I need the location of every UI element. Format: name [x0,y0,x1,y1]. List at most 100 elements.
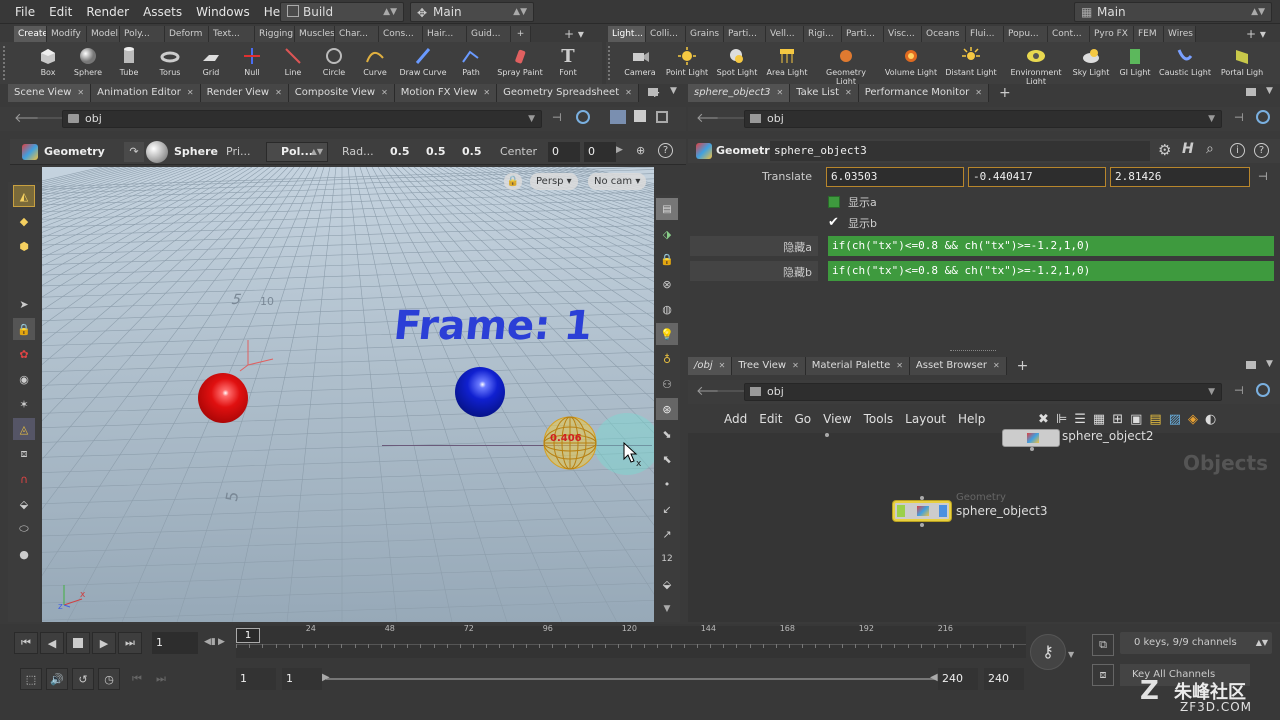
tool-caustic-light[interactable]: Caustic Light [1158,46,1212,77]
shelf-tab-char[interactable]: Char... [335,26,379,42]
frame-field[interactable]: 1 [152,632,198,654]
shelf-right-add-icon[interactable]: + ▾ [1246,26,1266,42]
add-tab-icon[interactable]: + [999,85,1011,101]
tool-sphere[interactable]: Sphere [70,46,106,77]
range-slider[interactable] [326,678,936,680]
shelf-tab-cons[interactable]: Cons... [379,26,423,42]
node-name-field[interactable]: sphere_object3 [770,141,1150,161]
center-x-field[interactable]: 0 [548,142,580,162]
render-region-icon[interactable]: ⬊ [656,423,678,445]
orient-tool-icon[interactable]: ◉ [13,368,35,390]
tab-tree-view[interactable]: Tree View ✕ [732,357,806,375]
pane-splitter-grip[interactable] [950,350,996,353]
play-forward-icon[interactable]: ▶ [92,632,116,654]
toggle-a-row[interactable]: 显示a [828,194,877,210]
tool-draw-curve[interactable]: Draw Curve [398,46,448,77]
persp-menu[interactable]: Persp ▾ [530,173,578,190]
lock-camera-icon[interactable]: 🔒 [656,248,678,270]
key-channels-icon[interactable]: ⧈ [1092,664,1114,686]
light-icon[interactable]: 💡 [656,323,678,345]
add-tab-icon[interactable]: + [1017,358,1029,374]
shelf-tab-rigging[interactable]: Rigging [255,26,295,42]
refresh-icon[interactable]: ↷ [124,142,144,162]
play-reverse-icon[interactable]: ◀ [40,632,64,654]
shelf-tab-modify[interactable]: Modify [47,26,87,42]
chevron-down-icon[interactable]: ▼ [1068,650,1074,659]
help-icon[interactable]: ? [658,143,673,158]
shelf-tab-hair[interactable]: Hair... [423,26,467,42]
toggle-b-row[interactable]: ✔ 显示b [828,215,877,231]
hide-a-expression[interactable]: if(ch("tx")<=0.8 && ch("tx")>=-1.2,1,0) [828,236,1274,256]
shelf-tab-visc[interactable]: Visc... [884,26,922,42]
net-menu-help[interactable]: Help [952,412,991,426]
menu-windows[interactable]: Windows [189,0,257,24]
shading-icon[interactable]: ◍ [656,298,678,320]
prev-key-icon[interactable]: ⏮ [132,672,142,686]
tool-circle[interactable]: Circle [316,46,352,77]
close-icon[interactable]: ✕ [845,84,852,102]
search-icon[interactable]: ⌕ [1206,141,1214,157]
blue-sphere[interactable] [455,367,505,417]
tool-line[interactable]: Line [275,46,311,77]
tree-icon[interactable]: ⊫ [1056,412,1067,427]
pane-menu-icon[interactable]: ▼ [1266,359,1273,369]
tab-obj-network[interactable]: /obj ✕ [688,357,733,375]
net-menu-tools[interactable]: Tools [858,412,900,426]
render-flag-icon[interactable] [939,505,947,517]
tool-camera[interactable]: Camera [622,46,658,77]
tab-composite-view[interactable]: Composite View ✕ [288,84,395,102]
next-key-icon[interactable]: ⏭ [156,672,166,686]
translate-x-field[interactable]: 6.03503 [826,167,964,187]
network-editor[interactable]: Add Edit Go View Tools Layout Help ✖ ⊫ ☰… [688,407,1280,622]
step-forward-icon[interactable]: ▶ [218,637,225,647]
jump-start-icon[interactable]: ⏮ [14,632,38,654]
camera-menu[interactable]: No cam ▾ [588,173,647,190]
thumbnail-icon[interactable]: ▣ [1130,412,1142,427]
right-context-select[interactable]: ▦ Main ▲▼ [1074,2,1272,22]
net-menu-add[interactable]: Add [718,412,753,426]
net-menu-edit[interactable]: Edit [753,412,788,426]
key-icon[interactable]: ⚷ [1030,634,1066,670]
cube-icon[interactable] [610,110,626,124]
expand-right-icon[interactable]: ▶ [616,145,623,155]
close-icon[interactable]: ✕ [77,84,84,102]
range-handle-right-icon[interactable]: ◀ [930,672,938,683]
shelf-tab-lights[interactable]: Light... [608,26,646,42]
shelf-tab-flui[interactable]: Flui... [966,26,1004,42]
left-path-field[interactable]: obj ▼ [62,110,542,128]
hide-b-expression[interactable]: if(ch("tx")<=0.8 && ch("tx")>=-1.2,1,0) [828,261,1274,281]
gear-icon[interactable]: ⚙ [1158,141,1171,159]
scroll-down-icon[interactable]: ▼ [656,598,678,620]
snapshot-icon[interactable]: ⊛ [656,398,678,420]
viewport-display-icon[interactable]: ▤ [656,198,678,220]
pin-icon[interactable]: ⊣ [1234,384,1244,397]
grid-view-icon[interactable]: ▦ [1093,412,1105,427]
tool-box[interactable]: Box [30,46,66,77]
normal-display-icon[interactable]: ↙ [656,498,678,520]
center-y-field[interactable]: 0 [584,142,616,162]
close-icon[interactable]: ✕ [719,357,726,375]
desktop-select[interactable]: Build ▲▼ [280,2,404,22]
range-start2-field[interactable]: 1 [282,668,322,690]
shelf-left-add-icon[interactable]: + ▾ [564,26,584,42]
close-icon[interactable]: ✕ [275,84,282,102]
camera-icon[interactable]: ⚇ [656,373,678,395]
paint-tool-icon[interactable]: ⬙ [13,493,35,515]
tool-sky-light[interactable]: Sky Light [1070,46,1112,77]
close-icon[interactable]: ✕ [625,84,632,102]
shelf-tab-colli[interactable]: Colli... [646,26,686,42]
close-icon[interactable]: ✕ [896,357,903,375]
channel-list-icon[interactable]: ⧉ [1092,634,1114,656]
handle-tool-icon[interactable]: ◬ [13,418,35,440]
tool-torus[interactable]: Torus [152,46,188,77]
tool-gi-light[interactable]: GI Light [1116,46,1154,77]
range-handle-left-icon[interactable]: ▶ [322,672,330,683]
shelf-tab-vell[interactable]: Vell... [766,26,804,42]
more-icon[interactable]: ◐ [1205,412,1216,427]
view-icon[interactable] [656,111,668,123]
wrench-icon[interactable]: ✖ [1038,412,1049,427]
radius-x-field[interactable]: 0.5 [390,145,410,158]
shelf-add-icon[interactable]: + [511,26,531,42]
toggle-a-checkbox[interactable] [828,196,840,208]
shelf-tab-popu[interactable]: Popu... [1004,26,1048,42]
